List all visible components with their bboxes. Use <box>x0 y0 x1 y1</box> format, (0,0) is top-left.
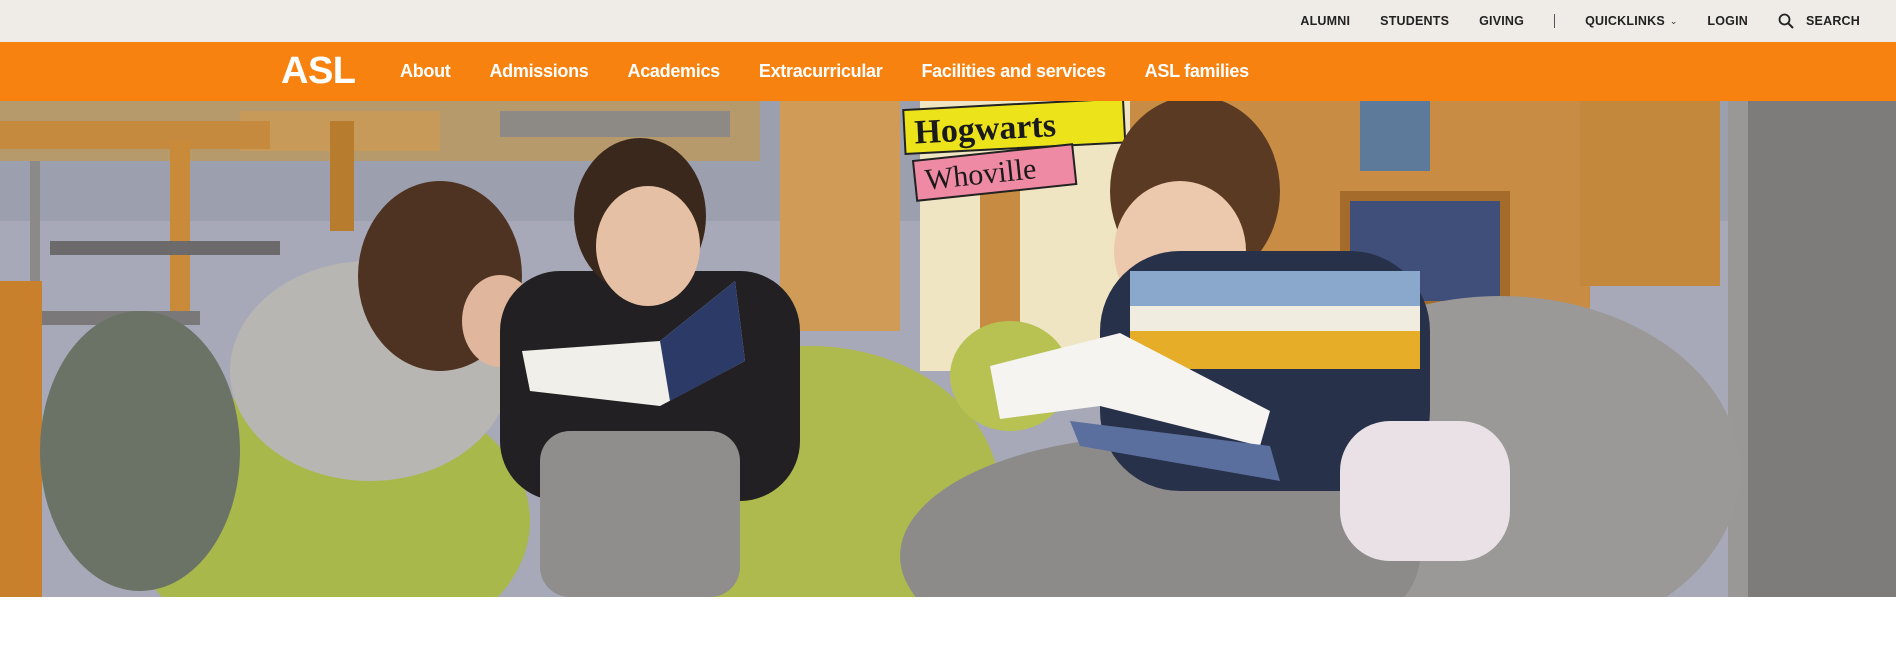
main-nav: About Admissions Academics Extracurricul… <box>400 42 1249 101</box>
nav-about[interactable]: About <box>400 61 451 82</box>
chevron-down-icon: ⌄ <box>1669 15 1678 26</box>
nav-extracurricular[interactable]: Extracurricular <box>759 61 883 82</box>
hero-photo: Hogwarts Whoville <box>0 101 1896 597</box>
hero-image: Hogwarts Whoville <box>0 101 1896 597</box>
nav-admissions[interactable]: Admissions <box>489 61 588 82</box>
sign-hogwarts: Hogwarts <box>913 107 1056 151</box>
quicklinks-dropdown[interactable]: QUICKLINKS ⌄ <box>1585 14 1677 28</box>
quicklinks-label: QUICKLINKS <box>1585 14 1665 28</box>
nav-academics[interactable]: Academics <box>628 61 721 82</box>
page-content-area <box>0 597 1896 653</box>
asl-logo[interactable]: ASL <box>281 51 356 91</box>
search-icon <box>1778 13 1794 29</box>
utility-link-students[interactable]: STUDENTS <box>1380 14 1449 28</box>
utility-divider <box>1554 14 1556 28</box>
utility-link-giving[interactable]: GIVING <box>1479 14 1524 28</box>
nav-facilities[interactable]: Facilities and services <box>921 61 1106 82</box>
search-button[interactable]: SEARCH <box>1778 13 1860 29</box>
utility-link-alumni[interactable]: ALUMNI <box>1300 14 1350 28</box>
search-label: SEARCH <box>1806 14 1860 28</box>
main-navbar: ASL About Admissions Academics Extracurr… <box>0 42 1896 101</box>
utility-bar: ALUMNI STUDENTS GIVING QUICKLINKS ⌄ LOGI… <box>0 0 1896 42</box>
nav-families[interactable]: ASL families <box>1145 61 1249 82</box>
utility-nav: ALUMNI STUDENTS GIVING QUICKLINKS ⌄ LOGI… <box>1300 0 1860 42</box>
utility-link-login[interactable]: LOGIN <box>1707 14 1748 28</box>
